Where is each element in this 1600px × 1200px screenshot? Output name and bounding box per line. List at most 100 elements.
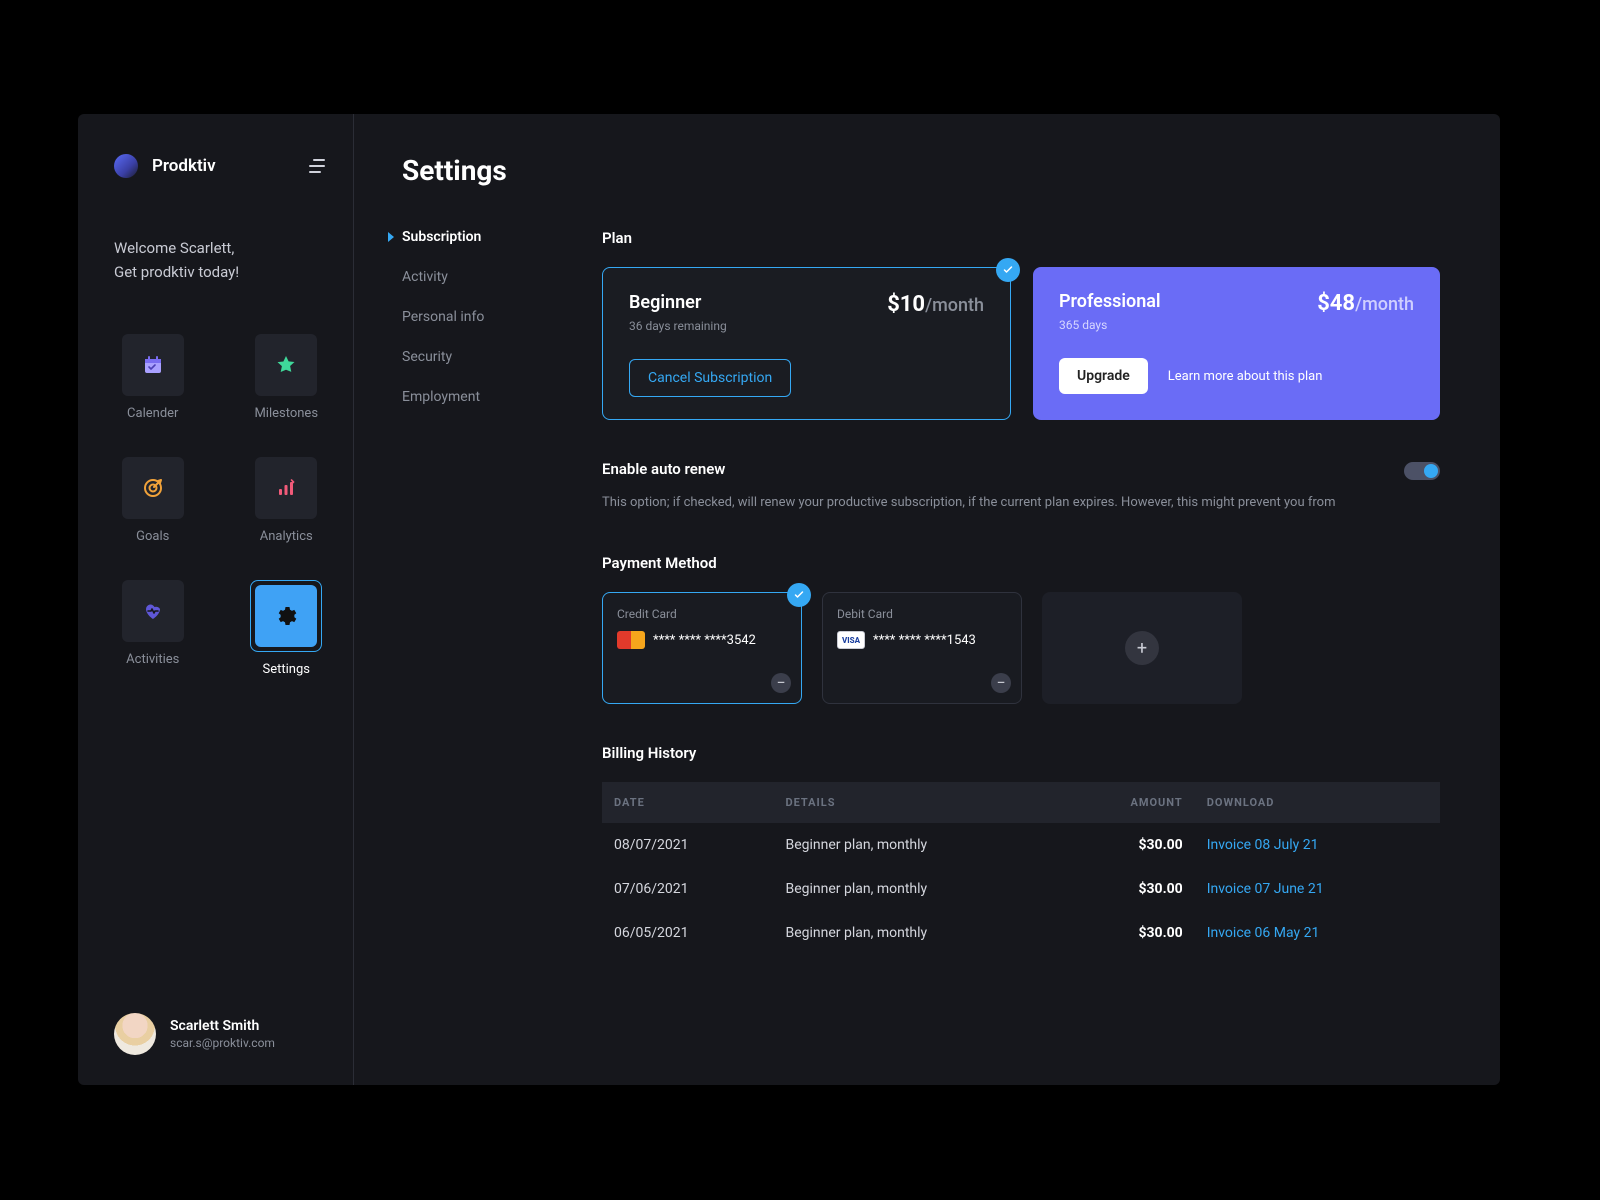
invoice-link[interactable]: Invoice 06 May 21 (1207, 925, 1320, 941)
cell-details: Beginner plan, monthly (773, 867, 1061, 911)
bars-icon (274, 476, 298, 500)
table-header: DATE DETAILS AMOUNT DOWNLOAD (602, 782, 1440, 823)
calendar-icon (141, 353, 165, 377)
cell-amount: $30.00 (1062, 823, 1195, 867)
sidebar-item-goals[interactable]: Goals (114, 457, 192, 544)
payment-card-number: **** **** ****1543 (873, 633, 976, 648)
payment-card-credit[interactable]: Credit Card **** **** ****3542 − (602, 592, 802, 704)
heart-icon (141, 599, 165, 623)
page-title: Settings (402, 154, 1440, 187)
profile-email: scar.s@proktiv.com (170, 1036, 275, 1050)
mastercard-icon (617, 631, 645, 649)
auto-renew-section: Enable auto renew This option; if checke… (602, 460, 1440, 514)
sidebar-item-activities[interactable]: Activities (114, 580, 192, 677)
content: Plan Beginner 36 days remaining $10/mont… (602, 229, 1440, 955)
auto-renew-description: This option; if checked, will renew your… (602, 492, 1362, 514)
payment-section: Payment Method Credit Card **** **** ***… (602, 554, 1440, 704)
plan-name: Beginner (629, 292, 727, 313)
sidebar-item-label: Goals (136, 529, 169, 544)
plan-section-title: Plan (602, 229, 1440, 247)
sidebar-grid: Calender Milestones Goals Analytics Acti… (114, 334, 325, 677)
target-icon (141, 476, 165, 500)
welcome-line1: Welcome Scarlett, (114, 236, 325, 260)
cell-amount: $30.00 (1062, 867, 1195, 911)
profile[interactable]: Scarlett Smith scar.s@proktiv.com (114, 1013, 325, 1055)
plan-period: /month (925, 295, 984, 316)
plan-price: $48/month (1317, 291, 1414, 316)
cell-details: Beginner plan, monthly (773, 823, 1061, 867)
col-details: DETAILS (773, 782, 1061, 823)
sidebar-item-label: Milestones (254, 406, 318, 421)
welcome-line2: Get prodktiv today! (114, 260, 325, 284)
toggle-knob (1424, 464, 1438, 478)
table-row: 06/05/2021 Beginner plan, monthly $30.00… (602, 911, 1440, 955)
app-window: Prodktiv Welcome Scarlett, Get prodktiv … (78, 114, 1500, 1085)
remove-card-button[interactable]: − (771, 673, 791, 693)
sidebar-item-calendar[interactable]: Calender (114, 334, 192, 421)
visa-icon: VISA (837, 631, 865, 649)
sidebar-item-milestones[interactable]: Milestones (248, 334, 326, 421)
sidebar-item-label: Analytics (260, 529, 313, 544)
brand-logo-icon (114, 154, 138, 178)
sidebar-item-label: Calender (127, 406, 178, 421)
payment-card-type: Debit Card (837, 607, 1007, 621)
gear-icon (274, 604, 298, 628)
col-date: DATE (602, 782, 773, 823)
cell-details: Beginner plan, monthly (773, 911, 1061, 955)
plan-subtext: 36 days remaining (629, 319, 727, 333)
plan-price: $10/month (887, 292, 984, 317)
avatar (114, 1013, 156, 1055)
subnav-item-subscription[interactable]: Subscription (402, 229, 542, 245)
auto-renew-title: Enable auto renew (602, 460, 1374, 478)
subnav-item-employment[interactable]: Employment (402, 389, 542, 405)
billing-table: DATE DETAILS AMOUNT DOWNLOAD 08/07/2021 … (602, 782, 1440, 955)
table-row: 07/06/2021 Beginner plan, monthly $30.00… (602, 867, 1440, 911)
sidebar-item-label: Activities (126, 652, 179, 667)
sidebar-item-settings[interactable]: Settings (248, 580, 326, 677)
menu-icon[interactable] (309, 159, 325, 173)
subnav-item-security[interactable]: Security (402, 349, 542, 365)
billing-section-title: Billing History (602, 744, 1440, 762)
payment-card-number: **** **** ****3542 (653, 633, 756, 648)
plan-card-current[interactable]: Beginner 36 days remaining $10/month Can… (602, 267, 1011, 420)
plans-row: Beginner 36 days remaining $10/month Can… (602, 267, 1440, 420)
subnav-item-personal-info[interactable]: Personal info (402, 309, 542, 325)
invoice-link[interactable]: Invoice 08 July 21 (1207, 837, 1319, 853)
settings-subnav: Subscription Activity Personal info Secu… (402, 229, 542, 955)
sidebar-item-analytics[interactable]: Analytics (248, 457, 326, 544)
cancel-subscription-button[interactable]: Cancel Subscription (629, 359, 791, 397)
profile-name: Scarlett Smith (170, 1018, 275, 1034)
plan-period: /month (1355, 294, 1414, 315)
remove-card-button[interactable]: − (991, 673, 1011, 693)
learn-more-link[interactable]: Learn more about this plan (1168, 369, 1323, 384)
welcome-text: Welcome Scarlett, Get prodktiv today! (114, 236, 325, 284)
plus-icon: + (1125, 631, 1159, 665)
cell-date: 06/05/2021 (602, 911, 773, 955)
plan-name: Professional (1059, 291, 1161, 312)
invoice-link[interactable]: Invoice 07 June 21 (1207, 881, 1324, 897)
table-row: 08/07/2021 Beginner plan, monthly $30.00… (602, 823, 1440, 867)
col-download: DOWNLOAD (1195, 782, 1440, 823)
brand-name: Prodktiv (152, 156, 216, 176)
subnav-item-activity[interactable]: Activity (402, 269, 542, 285)
plan-subtext: 365 days (1059, 318, 1161, 332)
check-icon (787, 583, 811, 607)
sidebar: Prodktiv Welcome Scarlett, Get prodktiv … (78, 114, 354, 1085)
payment-card-debit[interactable]: Debit Card VISA **** **** ****1543 − (822, 592, 1022, 704)
brand: Prodktiv (114, 154, 325, 178)
add-payment-card[interactable]: + (1042, 592, 1242, 704)
col-amount: AMOUNT (1062, 782, 1195, 823)
sidebar-item-label: Settings (263, 662, 310, 677)
payment-section-title: Payment Method (602, 554, 1440, 572)
plan-card-professional[interactable]: Professional 365 days $48/month Upgrade … (1033, 267, 1440, 420)
cell-date: 07/06/2021 (602, 867, 773, 911)
cell-date: 08/07/2021 (602, 823, 773, 867)
check-icon (996, 258, 1020, 282)
auto-renew-toggle[interactable] (1404, 462, 1440, 480)
billing-section: Billing History DATE DETAILS AMOUNT DOWN… (602, 744, 1440, 955)
upgrade-button[interactable]: Upgrade (1059, 358, 1148, 394)
main: Settings Subscription Activity Personal … (354, 114, 1500, 1085)
cell-amount: $30.00 (1062, 911, 1195, 955)
payment-card-type: Credit Card (617, 607, 787, 621)
star-icon (274, 353, 298, 377)
